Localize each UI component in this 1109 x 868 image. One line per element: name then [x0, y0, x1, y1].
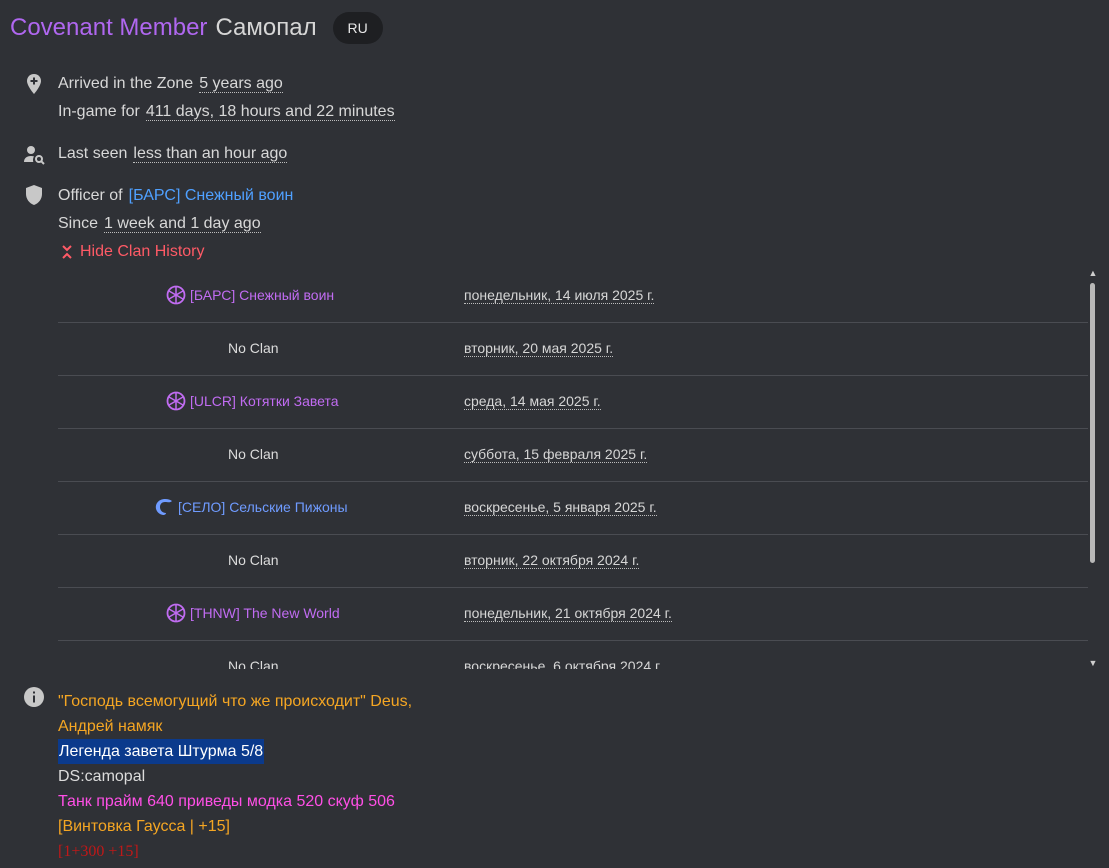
history-scrollbar[interactable]: ▲ ▼: [1088, 269, 1098, 669]
wheel-emblem-icon: [166, 285, 186, 305]
player-bio: "Господь всемогущий что же происходит" D…: [58, 689, 412, 864]
history-clan: No Clan: [228, 446, 279, 462]
bio-line: [Винтовка Гаусса | +15]: [58, 818, 230, 835]
bio-line: "Господь всемогущий что же происходит" D…: [58, 693, 413, 710]
player-name: Самопал: [215, 14, 317, 41]
history-date[interactable]: среда, 14 мая 2025 г.: [464, 393, 601, 410]
bio-line: Андрей намяк: [58, 718, 163, 735]
collapse-chevrons-icon: [62, 245, 72, 259]
clan-history-list[interactable]: [БАРС] Снежный воин понедельник, 14 июля…: [58, 269, 1088, 669]
history-row: [БАРС] Снежный воин понедельник, 14 июля…: [58, 269, 1088, 323]
scroll-down-arrow-icon[interactable]: ▼: [1088, 659, 1098, 668]
history-row: No Clan вторник, 22 октября 2024 г.: [58, 534, 1088, 588]
history-date[interactable]: вторник, 22 октября 2024 г.: [464, 552, 640, 569]
history-clan: No Clan: [228, 658, 279, 669]
history-row: [THNW] The New World понедельник, 21 окт…: [58, 587, 1088, 641]
officer-row: Officer of [БАРС] Снежный воин: [58, 187, 294, 204]
bio-line: DS:camopal: [58, 768, 146, 785]
history-clan[interactable]: [БАРС] Снежный воин: [190, 287, 334, 303]
hide-clan-history-button[interactable]: Hide Clan History: [60, 242, 204, 262]
history-date[interactable]: понедельник, 14 июля 2025 г.: [464, 287, 655, 304]
wheel-emblem-icon: [166, 603, 186, 623]
last-seen-row: Last seen less than an hour ago: [58, 145, 288, 163]
history-row: No Clan вторник, 20 мая 2025 г.: [58, 322, 1088, 376]
location-pin-icon: [27, 74, 41, 94]
ingame-value[interactable]: 411 days, 18 hours and 22 minutes: [145, 103, 395, 121]
shield-icon: [26, 185, 42, 205]
since-value[interactable]: 1 week and 1 day ago: [104, 215, 261, 233]
person-search-icon: [24, 146, 45, 165]
history-clan[interactable]: [THNW] The New World: [190, 605, 340, 621]
history-clan: No Clan: [228, 552, 279, 568]
language-badge: RU: [332, 12, 383, 44]
history-row: No Clan суббота, 15 февраля 2025 г.: [58, 428, 1088, 482]
scroll-up-arrow-icon[interactable]: ▲: [1088, 269, 1098, 278]
wheel-emblem-icon: [166, 391, 186, 411]
history-date[interactable]: суббота, 15 февраля 2025 г.: [464, 446, 648, 463]
history-date[interactable]: воскресенье, 5 января 2025 г.: [464, 499, 657, 516]
info-icon: [24, 687, 44, 707]
ingame-row: In-game for 411 days, 18 hours and 22 min…: [58, 103, 395, 121]
history-date[interactable]: понедельник, 21 октября 2024 г.: [464, 605, 672, 622]
profile-header: Covenant Member Самопал RU: [10, 12, 383, 44]
last-seen-value[interactable]: less than an hour ago: [133, 145, 288, 163]
history-row: [ULCR] Котятки Завета среда, 14 мая 2025…: [58, 375, 1088, 429]
history-date[interactable]: воскресенье, 6 октября 2024 г.: [464, 658, 662, 670]
bio-line: [1+300 +15]: [58, 843, 139, 860]
arrived-value[interactable]: 5 years ago: [199, 75, 283, 93]
history-row: [СЕЛО] Сельские Пижоны воскресенье, 5 ян…: [58, 481, 1088, 535]
rank-title: Covenant Member: [10, 14, 208, 41]
history-date[interactable]: вторник, 20 мая 2025 г.: [464, 340, 614, 357]
bird-emblem-icon: [155, 498, 172, 515]
scrollbar-thumb[interactable]: [1090, 283, 1095, 563]
bio-line: Танк прайм 640 приведы модка 520 скуф 50…: [58, 793, 395, 810]
bio-line-selected: Легенда завета Штурма 5/8: [58, 739, 265, 764]
history-clan: No Clan: [228, 340, 279, 356]
arrived-row: Arrived in the Zone 5 years ago: [58, 75, 283, 93]
history-clan[interactable]: [СЕЛО] Сельские Пижоны: [178, 499, 348, 515]
officer-clan-link[interactable]: [БАРС] Снежный воин: [129, 187, 294, 204]
since-row: Since 1 week and 1 day ago: [58, 215, 261, 233]
history-clan[interactable]: [ULCR] Котятки Завета: [190, 393, 339, 409]
history-row: No Clan воскресенье, 6 октября 2024 г.: [58, 640, 1088, 670]
